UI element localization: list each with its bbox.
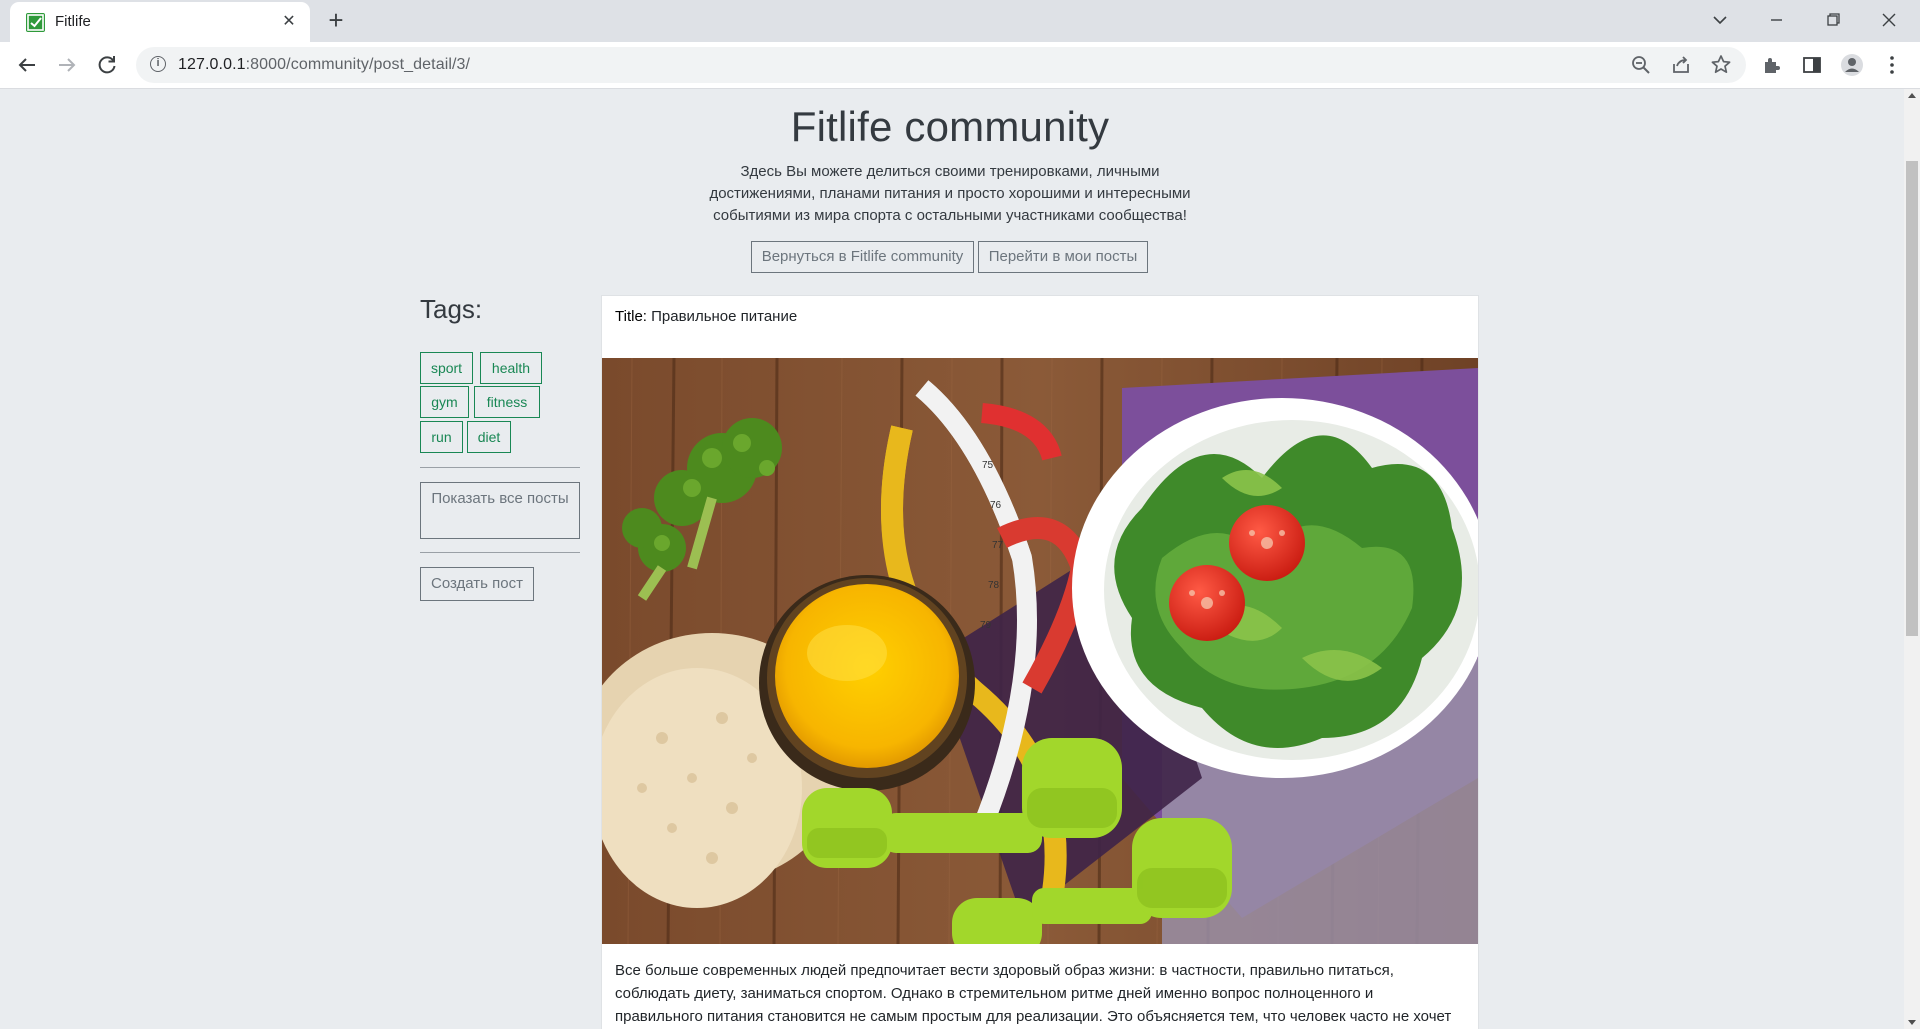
page-title: Fitlife community — [790, 103, 1110, 150]
sidebar-divider — [420, 467, 580, 468]
share-icon[interactable] — [1668, 52, 1694, 78]
site-info-icon[interactable]: i — [150, 56, 166, 72]
close-window-icon[interactable] — [1866, 4, 1912, 36]
create-post-button[interactable]: Создать пост — [420, 567, 534, 601]
back-to-community-button[interactable]: Вернуться в Fitlife community — [751, 241, 974, 273]
scroll-down-arrow-icon[interactable] — [1908, 1020, 1916, 1025]
minimize-icon[interactable] — [1753, 4, 1799, 36]
url-path: :8000/community/post_detail/3/ — [245, 56, 471, 73]
svg-text:78: 78 — [988, 580, 1000, 591]
reload-icon[interactable] — [91, 49, 123, 81]
post-title-label: Title: — [615, 308, 647, 325]
tab-title: Fitlife — [55, 13, 91, 30]
svg-text:76: 76 — [990, 500, 1002, 511]
post-card: Title: Правильное питание 75 76 77 78 79… — [601, 295, 1479, 1029]
url-host: 127.0.0.1 — [178, 56, 246, 73]
svg-text:77: 77 — [992, 540, 1004, 551]
tag-fitness[interactable]: fitness — [474, 386, 540, 418]
new-tab-icon[interactable]: + — [322, 7, 350, 35]
browser-tabbar: Fitlife ✕ + — [0, 0, 1920, 42]
tag-diet[interactable]: diet — [467, 421, 511, 453]
fitlife-favicon-icon — [26, 13, 45, 32]
post-title: Правильное питание — [651, 308, 798, 325]
my-posts-button[interactable]: Перейти в мои посты — [978, 241, 1148, 273]
svg-text:79: 79 — [980, 620, 992, 631]
bookmark-star-icon[interactable] — [1708, 52, 1734, 78]
scroll-thumb[interactable] — [1906, 161, 1918, 636]
restore-icon[interactable] — [1810, 4, 1856, 36]
page-scrollbar[interactable] — [1904, 89, 1920, 1029]
profile-avatar-icon[interactable] — [1836, 49, 1868, 81]
svg-text:75: 75 — [982, 460, 994, 471]
back-icon[interactable] — [11, 49, 43, 81]
menu-kebab-icon[interactable] — [1876, 49, 1908, 81]
browser-tab[interactable]: Fitlife ✕ — [10, 2, 310, 42]
tag-sport[interactable]: sport — [420, 352, 473, 384]
tag-run[interactable]: run — [420, 421, 463, 453]
show-all-posts-button[interactable]: Показать все посты — [420, 482, 580, 539]
forward-icon[interactable] — [51, 49, 83, 81]
sidebar-divider — [420, 552, 580, 553]
page-subtitle: Здесь Вы можете делиться своими трениров… — [709, 163, 1191, 224]
healthy-food-illustration: 75 76 77 78 79 — [602, 358, 1478, 944]
zoom-icon[interactable] — [1628, 52, 1654, 78]
post-image: 75 76 77 78 79 — [602, 358, 1478, 944]
side-panel-icon[interactable] — [1796, 49, 1828, 81]
tags-heading: Tags: — [420, 294, 483, 324]
extensions-icon[interactable] — [1756, 49, 1788, 81]
tag-gym[interactable]: gym — [420, 386, 469, 418]
tab-close-icon[interactable]: ✕ — [278, 11, 300, 33]
tag-health[interactable]: health — [480, 352, 542, 384]
post-title-line: Title: Правильное питание — [615, 308, 797, 325]
post-body: Все больше современных людей предпочитае… — [615, 962, 1452, 1025]
address-bar[interactable]: i 127.0.0.1:8000/community/post_detail/3… — [136, 47, 1746, 83]
url-text: 127.0.0.1:8000/community/post_detail/3/ — [178, 56, 470, 74]
page-viewport: Fitlife community Здесь Вы можете делить… — [0, 89, 1904, 1029]
scroll-up-arrow-icon[interactable] — [1908, 93, 1916, 98]
tab-search-icon[interactable] — [1697, 4, 1743, 36]
browser-toolbar: i 127.0.0.1:8000/community/post_detail/3… — [0, 42, 1920, 89]
